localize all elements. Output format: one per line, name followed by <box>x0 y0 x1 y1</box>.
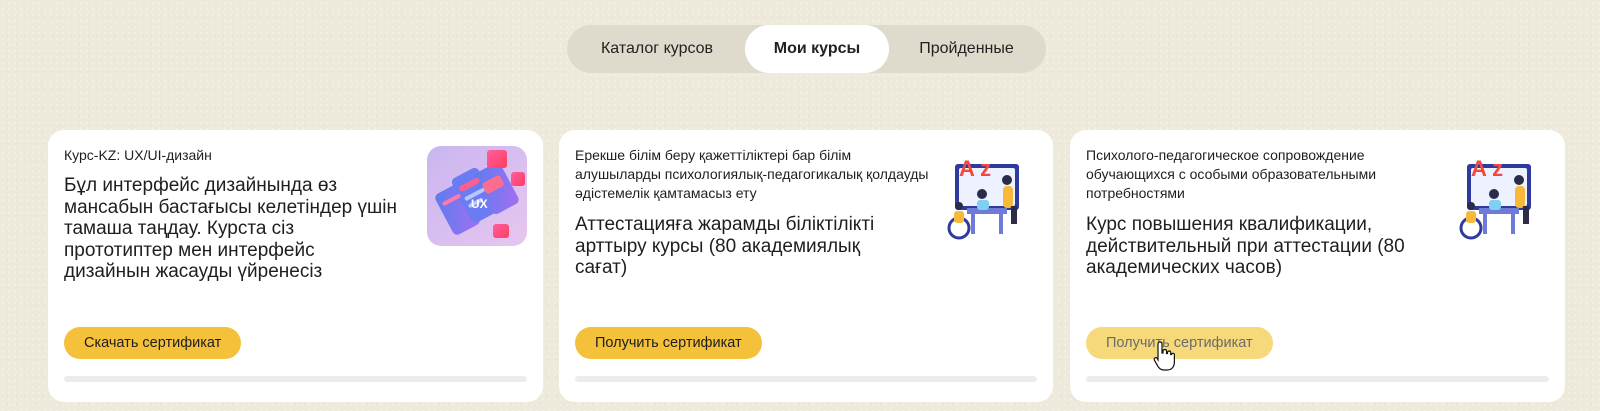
course-subtitle: Психолого-педагогическое сопровождение о… <box>1086 147 1377 201</box>
az-label: A z <box>959 156 991 181</box>
get-certificate-button[interactable]: Получить сертификат <box>575 327 762 359</box>
hand-pointer-cursor-icon <box>1153 340 1175 372</box>
course-tabs: Каталог курсов Мои курсы Пройденные <box>567 25 1046 73</box>
course-progress-bar <box>575 376 1037 382</box>
course-card[interactable]: Ерекше білім беру қажеттіліктері бар біл… <box>559 130 1053 402</box>
course-card[interactable]: Курс-KZ: UX/UI-дизайн Бұл интерфейс диза… <box>48 130 543 402</box>
tab-catalog[interactable]: Каталог курсов <box>569 25 745 73</box>
tab-completed[interactable]: Пройденные <box>889 25 1044 73</box>
course-card[interactable]: Психолого-педагогическое сопровождение о… <box>1070 130 1565 402</box>
course-description: Курс повышения квалификации, действитель… <box>1086 214 1405 278</box>
course-description: Бұл интерфейс дизайнында өз мансабын бас… <box>64 175 397 282</box>
course-description: Аттестацияға жарамды біліктілікті арттыр… <box>575 214 875 278</box>
course-progress-bar <box>64 376 527 382</box>
get-certificate-button[interactable]: Получить сертификат <box>1086 327 1273 359</box>
ux-ui-phones-illustration-icon: UX <box>427 146 527 246</box>
course-subtitle: Ерекше білім беру қажеттіліктері бар біл… <box>575 147 929 201</box>
az-label: A z <box>1471 156 1503 181</box>
classroom-az-illustration-icon: A z <box>1449 146 1549 246</box>
course-progress-bar <box>1086 376 1549 382</box>
course-subtitle: Курс-KZ: UX/UI-дизайн <box>64 147 212 163</box>
download-certificate-button[interactable]: Скачать сертификат <box>64 327 242 359</box>
tab-my-courses[interactable]: Мои курсы <box>745 25 889 73</box>
classroom-az-illustration-icon: A z <box>937 146 1037 246</box>
ux-label: UX <box>471 197 488 211</box>
